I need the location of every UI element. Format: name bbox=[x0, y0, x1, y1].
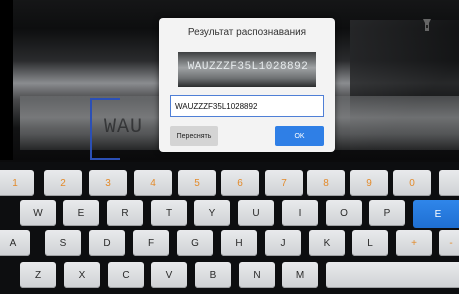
dialog-title: Результат распознавания bbox=[187, 27, 307, 38]
key-p[interactable]: P bbox=[369, 200, 405, 226]
key-x[interactable]: X bbox=[64, 262, 100, 288]
recognized-image-text: WAUZZZF35L1028892 bbox=[187, 61, 309, 73]
scan-frame bbox=[90, 98, 120, 160]
key-l[interactable]: L bbox=[352, 230, 388, 256]
key-m[interactable]: M bbox=[282, 262, 318, 288]
key-enter[interactable]: E bbox=[413, 200, 459, 228]
key-9[interactable]: 9 bbox=[350, 170, 388, 196]
key-j[interactable]: J bbox=[265, 230, 301, 256]
on-screen-keyboard: 1 2 3 4 5 6 7 8 9 0 W E R T Y U I O P E … bbox=[0, 162, 459, 294]
key-plus[interactable]: + bbox=[396, 230, 432, 256]
rescan-button[interactable]: Переснять bbox=[170, 126, 218, 146]
key-n[interactable]: N bbox=[239, 262, 275, 288]
key-8[interactable]: 8 bbox=[307, 170, 345, 196]
key-2[interactable]: 2 bbox=[44, 170, 82, 196]
ok-button[interactable]: OK bbox=[275, 126, 324, 146]
left-border bbox=[0, 0, 13, 160]
vin-input[interactable] bbox=[170, 95, 324, 117]
key-0[interactable]: 0 bbox=[393, 170, 431, 196]
key-h[interactable]: H bbox=[221, 230, 257, 256]
key-e[interactable]: E bbox=[63, 200, 99, 226]
key-c[interactable]: C bbox=[108, 262, 144, 288]
key-a[interactable]: A bbox=[0, 230, 30, 256]
flashlight-icon[interactable] bbox=[421, 18, 433, 32]
key-y[interactable]: Y bbox=[194, 200, 230, 226]
key-1[interactable]: 1 bbox=[0, 170, 34, 196]
key-3[interactable]: 3 bbox=[89, 170, 127, 196]
key-g[interactable]: G bbox=[177, 230, 213, 256]
key-5[interactable]: 5 bbox=[178, 170, 216, 196]
recognized-image: WAUZZZF35L1028892 bbox=[178, 52, 316, 87]
key-t[interactable]: T bbox=[151, 200, 187, 226]
key-f[interactable]: F bbox=[133, 230, 169, 256]
key-s[interactable]: S bbox=[45, 230, 81, 256]
key-w[interactable]: W bbox=[20, 200, 56, 226]
key-backspace[interactable] bbox=[439, 170, 459, 196]
key-4[interactable]: 4 bbox=[134, 170, 172, 196]
key-u[interactable]: U bbox=[238, 200, 274, 226]
key-space[interactable] bbox=[326, 262, 459, 288]
key-r[interactable]: R bbox=[107, 200, 143, 226]
key-minus[interactable]: - bbox=[439, 230, 459, 256]
key-6[interactable]: 6 bbox=[221, 170, 259, 196]
key-b[interactable]: B bbox=[195, 262, 231, 288]
key-k[interactable]: K bbox=[309, 230, 345, 256]
key-d[interactable]: D bbox=[89, 230, 125, 256]
key-o[interactable]: O bbox=[326, 200, 362, 226]
key-v[interactable]: V bbox=[151, 262, 187, 288]
key-z[interactable]: Z bbox=[20, 262, 56, 288]
key-7[interactable]: 7 bbox=[265, 170, 303, 196]
recognition-dialog: Результат распознавания WAUZZZF35L102889… bbox=[159, 18, 335, 152]
key-i[interactable]: I bbox=[282, 200, 318, 226]
